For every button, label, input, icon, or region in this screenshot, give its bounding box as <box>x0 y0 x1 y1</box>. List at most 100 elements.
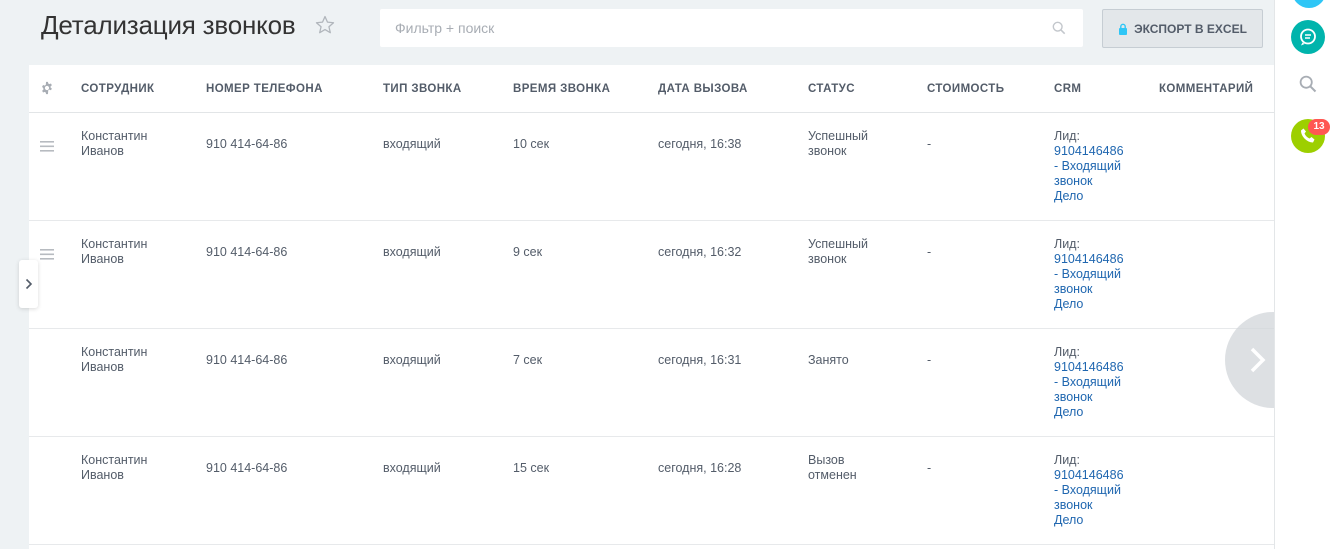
employee-first-name: Константин <box>81 129 148 143</box>
top-avatar[interactable] <box>1292 0 1326 8</box>
cost-cell: - <box>927 137 932 151</box>
status-line-1: Успешный <box>808 237 868 251</box>
export-excel-button[interactable]: ЭКСПОРТ В EXCEL <box>1102 9 1263 48</box>
date-cell: сегодня, 16:38 <box>658 137 742 151</box>
chevron-right-icon <box>25 278 32 290</box>
page-title: Детализация звонков <box>41 10 296 40</box>
status-cell: Вызов отменен <box>808 453 857 483</box>
phone-cell: 910 414-64-86 <box>206 245 288 259</box>
crm-lead-link-line-2[interactable]: - Входящий <box>1054 375 1124 390</box>
date-cell: сегодня, 16:28 <box>658 461 742 475</box>
export-button-label: ЭКСПОРТ В EXCEL <box>1134 21 1247 36</box>
employee-last-name: Иванов <box>81 144 124 158</box>
employee-first-name: Константин <box>81 453 148 467</box>
duration-cell: 7 сек <box>513 353 543 367</box>
crm-cell: Лид: 9104146486 - Входящий звонок Дело <box>1054 453 1124 528</box>
crm-lead-link-line-3[interactable]: звонок <box>1054 282 1124 297</box>
column-header-date[interactable]: ДАТА ВЫЗОВА <box>658 83 748 95</box>
chevron-right-icon <box>1250 347 1266 373</box>
crm-activity-link[interactable]: Дело <box>1054 405 1124 420</box>
call-type-cell: входящий <box>383 137 441 151</box>
status-cell: Успешный звонок <box>808 237 868 267</box>
crm-activity-link[interactable]: Дело <box>1054 513 1124 528</box>
crm-lead-link-line-2[interactable]: - Входящий <box>1054 267 1124 282</box>
crm-cell: Лид: 9104146486 - Входящий звонок Дело <box>1054 237 1124 312</box>
status-line-1: Занято <box>808 353 849 367</box>
table-row[interactable]: Константин Иванов 910 414-64-86 входящий … <box>29 437 1274 545</box>
status-cell: Занято <box>808 353 849 368</box>
employee-cell: Константин Иванов <box>81 237 147 267</box>
employee-cell: Константин Иванов <box>81 453 147 483</box>
employee-last-name: Иванов <box>81 468 124 482</box>
status-line-2: звонок <box>808 252 847 266</box>
crm-prefix: Лид: <box>1054 237 1080 251</box>
chat-icon <box>1300 28 1316 46</box>
search-icon[interactable] <box>1052 21 1066 35</box>
crm-prefix: Лид: <box>1054 453 1080 467</box>
crm-lead-link-line-3[interactable]: звонок <box>1054 390 1124 405</box>
column-header-status[interactable]: СТАТУС <box>808 83 855 95</box>
crm-lead-link-line-3[interactable]: звонок <box>1054 498 1124 513</box>
column-header-duration[interactable]: ВРЕМЯ ЗВОНКА <box>513 83 610 95</box>
employee-cell: Константин Иванов <box>81 129 147 159</box>
table-row[interactable]: Константин Иванов 910 414-64-86 входящий … <box>29 113 1274 221</box>
table-row[interactable]: Константин Иванов 910 414-64-86 входящий … <box>29 329 1274 437</box>
lock-icon <box>1119 23 1128 35</box>
grid-header: СОТРУДНИК НОМЕР ТЕЛЕФОНА ТИП ЗВОНКА ВРЕМ… <box>29 65 1274 113</box>
duration-cell: 15 сек <box>513 461 550 475</box>
crm-prefix: Лид: <box>1054 129 1080 143</box>
star-icon[interactable] <box>314 14 336 36</box>
cost-cell: - <box>927 245 932 259</box>
right-panel: 13 <box>1274 0 1335 549</box>
search-input[interactable] <box>380 9 1083 47</box>
column-header-call-type[interactable]: ТИП ЗВОНКА <box>383 83 462 95</box>
cost-cell: - <box>927 461 932 475</box>
chat-button[interactable] <box>1291 20 1325 54</box>
crm-cell: Лид: 9104146486 - Входящий звонок Дело <box>1054 129 1124 204</box>
calls-grid: СОТРУДНИК НОМЕР ТЕЛЕФОНА ТИП ЗВОНКА ВРЕМ… <box>29 65 1274 549</box>
duration-cell: 10 сек <box>513 137 550 151</box>
table-row[interactable]: Константин Иванов 910 414-64-86 входящий … <box>29 221 1274 329</box>
left-panel-toggle[interactable] <box>19 260 38 308</box>
crm-lead-link[interactable]: 9104146486 <box>1054 360 1124 375</box>
crm-lead-link-line-3[interactable]: звонок <box>1054 174 1124 189</box>
column-header-employee[interactable]: СОТРУДНИК <box>81 83 154 95</box>
search-box <box>380 9 1083 47</box>
status-line-1: Успешный <box>808 129 868 143</box>
column-header-phone[interactable]: НОМЕР ТЕЛЕФОНА <box>206 83 323 95</box>
crm-activity-link[interactable]: Дело <box>1054 297 1124 312</box>
crm-lead-link-line-2[interactable]: - Входящий <box>1054 159 1124 174</box>
crm-lead-link[interactable]: 9104146486 <box>1054 252 1124 267</box>
crm-lead-link[interactable]: 9104146486 <box>1054 144 1124 159</box>
crm-prefix: Лид: <box>1054 345 1080 359</box>
crm-cell: Лид: 9104146486 - Входящий звонок Дело <box>1054 345 1124 420</box>
phone-cell: 910 414-64-86 <box>206 461 288 475</box>
duration-cell: 9 сек <box>513 245 543 259</box>
crm-lead-link-line-2[interactable]: - Входящий <box>1054 483 1124 498</box>
phone-notification-badge: 13 <box>1308 119 1330 135</box>
employee-last-name: Иванов <box>81 252 124 266</box>
crm-lead-link[interactable]: 9104146486 <box>1054 468 1124 483</box>
column-header-cost[interactable]: СТОИМОСТЬ <box>927 83 1004 95</box>
employee-last-name: Иванов <box>81 360 124 374</box>
status-line-2: отменен <box>808 468 857 482</box>
status-line-2: звонок <box>808 144 847 158</box>
call-type-cell: входящий <box>383 461 441 475</box>
drag-handle-icon[interactable] <box>40 141 54 152</box>
column-header-crm[interactable]: CRM <box>1054 83 1081 95</box>
status-line-1: Вызов <box>808 453 845 467</box>
drag-handle-icon[interactable] <box>40 249 54 260</box>
cost-cell: - <box>927 353 932 367</box>
employee-first-name: Константин <box>81 237 148 251</box>
employee-first-name: Константин <box>81 345 148 359</box>
gear-icon[interactable] <box>40 81 54 95</box>
search-icon[interactable] <box>1299 75 1317 93</box>
crm-activity-link[interactable]: Дело <box>1054 189 1124 204</box>
date-cell: сегодня, 16:31 <box>658 353 742 367</box>
phone-cell: 910 414-64-86 <box>206 137 288 151</box>
status-cell: Успешный звонок <box>808 129 868 159</box>
employee-cell: Константин Иванов <box>81 345 147 375</box>
column-header-comment[interactable]: КОММЕНТАРИЙ <box>1159 83 1253 95</box>
call-type-cell: входящий <box>383 353 441 367</box>
call-type-cell: входящий <box>383 245 441 259</box>
